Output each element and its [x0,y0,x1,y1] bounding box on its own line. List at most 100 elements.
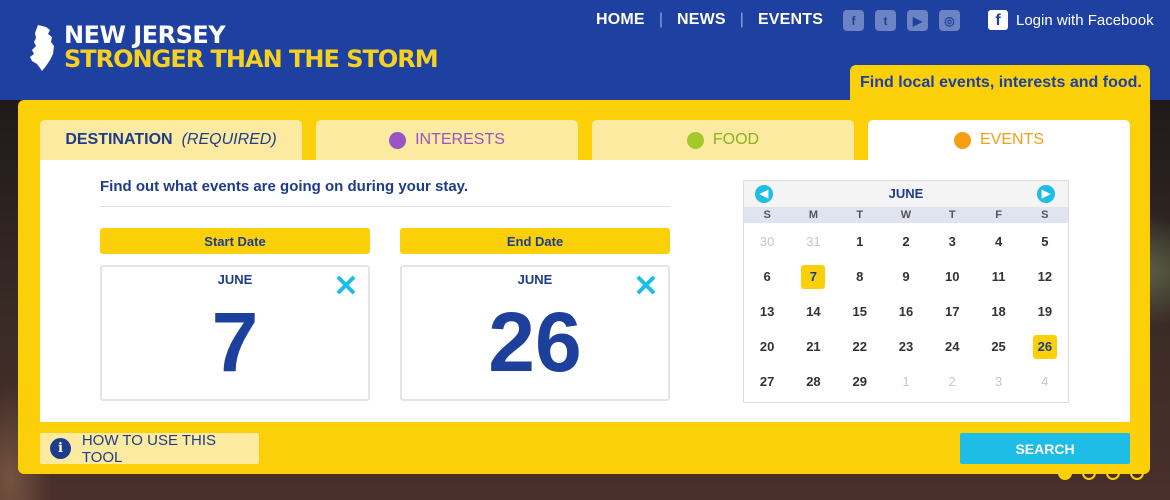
how-to-use-button[interactable]: i HOW TO USE THIS TOOL [40,431,259,466]
end-date-label: End Date [400,228,670,254]
calendar-day[interactable]: 21 [790,329,836,364]
calendar-day[interactable]: 17 [929,294,975,329]
calendar-day[interactable]: 31 [790,224,836,259]
nav-events[interactable]: EVENTS [758,11,823,29]
nav-divider: | [739,11,744,28]
tab-events[interactable]: EVENTS [868,120,1130,160]
start-date-field[interactable]: JUNE 7 ✕ [100,265,370,401]
calendar-day[interactable]: 3 [975,364,1021,399]
calendar-day-number: 21 [806,339,821,354]
calendar-weekday: S [763,209,771,221]
calendar-day-number: 31 [806,234,821,249]
calendar-day[interactable]: 4 [975,224,1021,259]
calendar-day[interactable]: 8 [837,259,883,294]
tab-food-label: FOOD [712,131,760,148]
calendar-day[interactable]: 10 [929,259,975,294]
close-icon[interactable]: ✕ [332,272,360,302]
calendar-day[interactable]: 4 [1022,364,1068,399]
calendar-day-number: 6 [763,269,771,284]
pager-dot[interactable] [1130,466,1144,480]
site-logo[interactable]: NEW JERSEY STRONGER THAN THE STORM [28,22,439,74]
pager-dot[interactable] [1082,466,1096,480]
pager-dot[interactable] [1058,466,1072,480]
calendar-day[interactable]: 18 [975,294,1021,329]
end-date-field[interactable]: JUNE 26 ✕ [400,265,670,401]
start-date-label: Start Date [100,228,370,254]
calendar-day-number: 4 [1041,374,1049,389]
nav-news[interactable]: NEWS [677,11,726,29]
calendar-day[interactable]: 1 [883,364,929,399]
calendar-day[interactable]: 15 [837,294,883,329]
events-dot-icon [953,131,971,149]
calendar-day-number: 23 [898,339,914,354]
instagram-icon[interactable]: ◎ [939,10,960,31]
calendar-day[interactable]: 9 [883,259,929,294]
calendar-day-number: 19 [1037,304,1053,319]
close-icon[interactable]: ✕ [632,272,660,302]
calendar-header: ◀ JUNE ▶ [744,181,1068,207]
calendar-day[interactable]: 12 [1022,259,1068,294]
tab-food[interactable]: FOOD [592,120,854,160]
events-intro-text: Find out what events are going on during… [100,178,469,195]
arrow-left-icon[interactable]: ◀ [755,185,773,203]
pager-dot[interactable] [1106,466,1120,480]
calendar-day-number: 28 [806,374,821,389]
calendar-days: 30 31 1 2 3 4 5 6 7 8 9 10 11 12 13 14 15 16 17 18 19 20 21 22 2… [744,223,1068,399]
start-date-month: JUNE [217,272,253,287]
calendar-day[interactable]: 30 [744,224,790,259]
twitter-icon[interactable]: t [875,10,896,31]
calendar-day-number: 12 [1037,269,1053,284]
calendar-day[interactable]: 11 [975,259,1021,294]
calendar-day[interactable]: 14 [790,294,836,329]
how-to-use-label: HOW TO USE THIS TOOL [81,431,217,466]
calendar-day-number: 17 [945,304,960,319]
calendar-day[interactable]: 5 [1022,224,1068,259]
calendar-day[interactable]: 22 [837,329,883,364]
calendar-day[interactable]: 20 [744,329,790,364]
new-jersey-state-icon [30,25,54,71]
calendar-day-number: 4 [994,234,1003,249]
start-date-day: 7 [211,295,259,389]
facebook-icon[interactable]: f [843,10,864,31]
calendar-day-number: 7 [801,264,826,289]
tab-destination-label: DESTINATION [65,131,173,148]
calendar-day[interactable]: 6 [744,259,790,294]
calendar-day-number: 11 [991,269,1006,284]
calendar-day-number: 8 [856,269,864,284]
end-date-month: JUNE [517,272,553,287]
calendar-day[interactable]: 19 [1022,294,1068,329]
youtube-icon[interactable]: ▶ [907,10,928,31]
calendar-day[interactable]: 24 [929,329,975,364]
calendar-day[interactable]: 16 [883,294,929,329]
nav-divider: | [658,11,663,28]
slide-pager [1058,466,1144,480]
calendar-day[interactable]: 13 [744,294,790,329]
calendar-day-number: 20 [759,339,775,354]
calendar-day[interactable]: 29 [837,364,883,399]
tab-destination[interactable]: DESTINATION (REQUIRED) [40,120,302,160]
facebook-login-link[interactable]: f Login with Facebook [988,10,1154,30]
arrow-right-icon[interactable]: ▶ [1037,185,1055,203]
interests-dot-icon [389,131,407,149]
calendar-day-selected[interactable]: 26 [1022,329,1068,364]
calendar-day-number: 26 [1032,334,1057,359]
calendar-day[interactable]: 2 [929,364,975,399]
calendar-weekday: T [948,209,956,221]
calendar-day[interactable]: 3 [929,224,975,259]
calendar-day[interactable]: 1 [837,224,883,259]
calendar-day[interactable]: 27 [744,364,790,399]
calendar-day-number: 3 [994,374,1003,389]
search-button[interactable]: SEARCH [960,433,1130,464]
calendar-day[interactable]: 28 [790,364,836,399]
tab-interests[interactable]: INTERESTS [316,120,578,160]
calendar-day-number: 2 [948,374,956,389]
calendar-day[interactable]: 25 [975,329,1021,364]
tab-events-label: EVENTS [979,131,1044,148]
calendar-day[interactable]: 2 [883,224,929,259]
calendar-weekday: F [995,209,1002,221]
calendar-day-selected[interactable]: 7 [790,259,836,294]
nav-home[interactable]: HOME [596,11,645,29]
calendar-weekday: T [856,209,864,221]
calendar-day[interactable]: 23 [883,329,929,364]
calendar-day-number: 30 [759,234,775,249]
